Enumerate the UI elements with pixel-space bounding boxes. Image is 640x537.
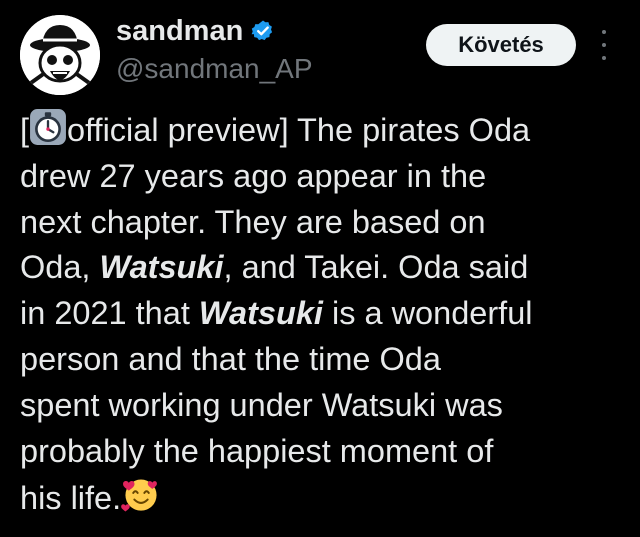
- more-vertical-icon[interactable]: [596, 30, 612, 60]
- text-segment: Oda,: [20, 249, 100, 286]
- post-text-line: drew 27 years ago appear in the: [20, 154, 632, 200]
- straw-hat-skull-avatar-icon: [20, 15, 100, 95]
- post-text-line: Oda, Watsuki, and Takei. Oda said: [20, 245, 632, 291]
- text-segment: spent working under Watsuki was: [20, 386, 503, 423]
- more-dot: [602, 56, 606, 60]
- post-text-line: person and that the time Oda: [20, 337, 632, 383]
- text-segment: his life.: [20, 480, 122, 517]
- emphasized-text: Watsuki: [198, 295, 323, 332]
- text-segment: in 2021 that: [20, 295, 199, 332]
- tweet-card: sandman @sandman_AP Követés [ official pr…: [0, 0, 640, 537]
- more-dot: [602, 30, 606, 34]
- post-text: [ official preview] The pirates Oda drew 2…: [20, 108, 632, 522]
- verified-badge-icon[interactable]: [251, 19, 275, 43]
- avatar[interactable]: [20, 15, 100, 95]
- author-handle[interactable]: @sandman_AP: [116, 52, 313, 86]
- text-segment: probably the happiest moment of: [20, 432, 494, 469]
- post-text-line: spent working under Watsuki was: [20, 383, 632, 429]
- text-segment: person and that the time Oda: [20, 340, 441, 377]
- text-segment: , and Takei. Oda said: [223, 249, 529, 286]
- post-text-line: in 2021 that Watsuki is a wonderful: [20, 291, 632, 337]
- text-segment: is a wonderful: [322, 295, 533, 332]
- alarm-clock-emoji-icon: [29, 108, 67, 146]
- text-segment: drew 27 years ago appear in the: [20, 157, 487, 194]
- author-name-row: sandman: [116, 14, 275, 48]
- text-segment: next chapter. They are based on: [20, 203, 486, 240]
- emphasized-text: Watsuki: [99, 249, 224, 286]
- follow-button[interactable]: Követés: [426, 24, 576, 66]
- text-segment: official preview] The pirates Oda: [67, 112, 531, 148]
- post-text-line: next chapter. They are based on: [20, 200, 632, 246]
- author-display-name[interactable]: sandman: [116, 14, 243, 48]
- text-segment: [: [20, 112, 30, 148]
- more-dot: [602, 43, 606, 47]
- smiling-face-with-hearts-emoji-icon: [121, 474, 161, 514]
- post-text-line: his life.: [20, 474, 632, 522]
- post-text-line: [ official preview] The pirates Oda: [20, 108, 632, 154]
- post-text-line: probably the happiest moment of: [20, 429, 632, 475]
